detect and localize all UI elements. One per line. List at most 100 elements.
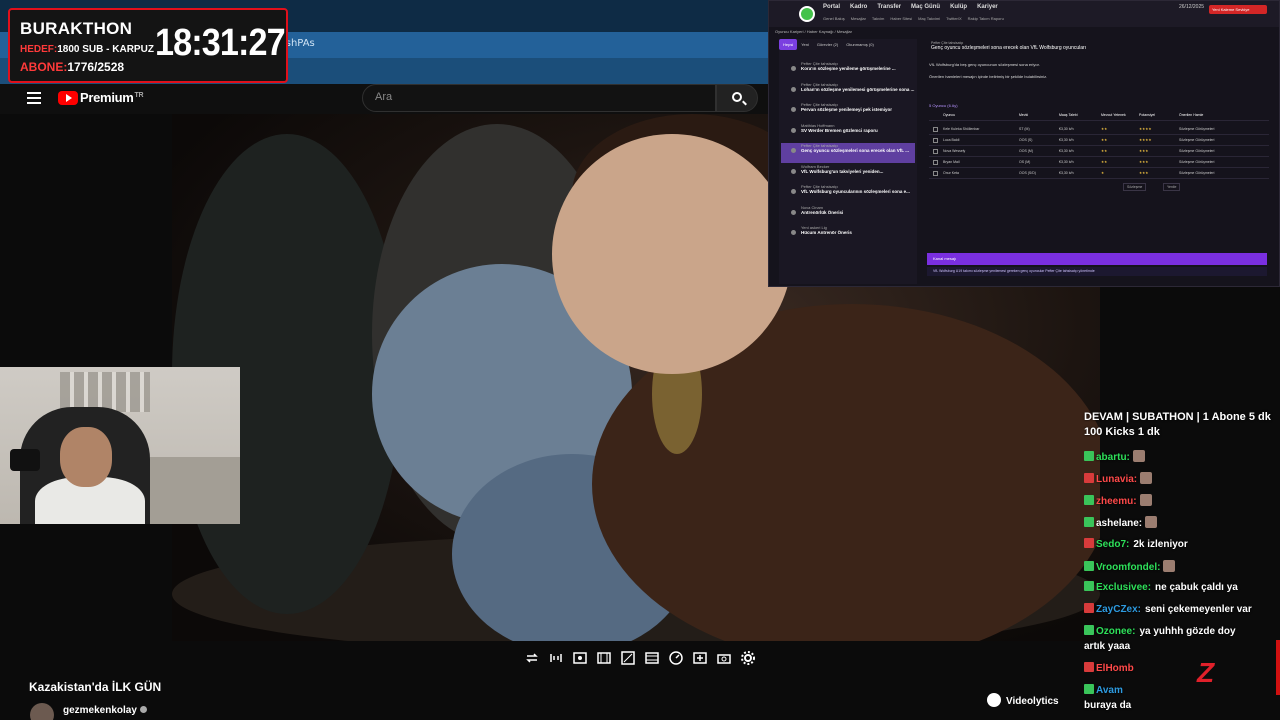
chat-message: ZayCZex: seni çekemeyenler var bbox=[1084, 603, 1252, 615]
portal-menu-item[interactable]: Kadro bbox=[850, 4, 867, 10]
table-row[interactable]: Nova Wessely OOS (M) €3,30 b/h ★★ ★★★ Sözleşm… bbox=[929, 146, 1269, 157]
portal-menu-item[interactable]: Kariyer bbox=[977, 4, 998, 10]
chat-message: abartu: bbox=[1084, 450, 1145, 463]
table-header-cell: Potansiyel bbox=[1139, 113, 1156, 117]
message-list-item[interactable]: Yeni askeri Lig Hücum Antrenör Öneris bbox=[781, 225, 915, 245]
chat-username[interactable]: Vroomfondel: bbox=[1096, 562, 1160, 573]
chat-username[interactable]: Sedo7: bbox=[1096, 539, 1129, 550]
message-icon bbox=[791, 66, 796, 71]
youtube-premium-label[interactable]: PremiumTR bbox=[80, 90, 144, 105]
message-list-item[interactable]: Pefter Çite tahsisatçı VfL Wolfsburg oyun… bbox=[781, 184, 915, 204]
chat-message: artık yaaa bbox=[1084, 641, 1130, 652]
videolytics-badge[interactable]: Videolytics bbox=[987, 693, 1059, 707]
table-row[interactable]: Luca Baldi OOS (S) €3,30 b/h ★★ ★★★★ Sözleşme… bbox=[929, 135, 1269, 146]
message-list-item[interactable]: Wolfram Becker VfL Wolfsburg'un takviyele… bbox=[781, 164, 915, 184]
portal-submenu-item[interactable]: Rakip Takım Raporu bbox=[968, 16, 1004, 21]
portal-menu-item[interactable]: Transfer bbox=[877, 4, 901, 10]
frame-capture-icon[interactable] bbox=[572, 650, 588, 666]
crop-icon[interactable] bbox=[620, 650, 636, 666]
table-row[interactable]: Bryan Mail OS (M) €3,30 b/h ★★ ★★★ Sözleşme G… bbox=[929, 157, 1269, 168]
audio-wave-icon[interactable] bbox=[548, 650, 564, 666]
table-cell: ★★★ bbox=[1139, 149, 1149, 153]
filmstrip-icon[interactable] bbox=[644, 650, 660, 666]
row-checkbox[interactable] bbox=[933, 138, 938, 143]
portal-menu-item[interactable]: Maç Günü bbox=[911, 4, 940, 10]
gear-icon[interactable] bbox=[740, 650, 756, 666]
chat-badge-icon bbox=[1084, 561, 1094, 571]
search-input[interactable]: Ara bbox=[362, 84, 716, 112]
message-title: Genç oyuncu sözleşmeleri sona erecek ola… bbox=[931, 45, 1087, 51]
search-button[interactable] bbox=[716, 84, 758, 112]
portal-date: 26/12/2025 bbox=[1179, 4, 1205, 10]
loop-icon[interactable] bbox=[524, 650, 540, 666]
message-tab[interactable]: Hepsi bbox=[779, 39, 798, 50]
youtube-header: PremiumTR Ara bbox=[0, 84, 768, 114]
portal-action-button-1[interactable]: Sözleşme bbox=[1123, 183, 1147, 191]
youtube-logo-icon[interactable] bbox=[58, 91, 78, 105]
table-row[interactable]: Kele Kuleka Shöllenbar ST (M) €3,30 b/h ★★ ★… bbox=[929, 124, 1269, 135]
chat-username[interactable]: abartu: bbox=[1096, 452, 1130, 463]
chat-message: Lunavia: bbox=[1084, 472, 1153, 485]
chat-text: seni çekemeyenler var bbox=[1145, 604, 1252, 615]
message-icon bbox=[791, 107, 796, 112]
add-frame-icon[interactable] bbox=[692, 650, 708, 666]
video-face bbox=[552, 134, 792, 374]
message-list-item[interactable]: Pefter Çite tahsisatçı Pervan sözleşme ye… bbox=[781, 102, 915, 122]
message-icon bbox=[791, 230, 796, 235]
portal-submenu-item[interactable]: Mesajlar bbox=[851, 16, 866, 21]
menu-icon[interactable] bbox=[27, 92, 41, 104]
club-logo-icon[interactable] bbox=[799, 6, 815, 22]
avatar[interactable] bbox=[30, 703, 54, 720]
chat-message: ElHomb bbox=[1084, 662, 1134, 674]
portal-submenu-item[interactable]: Genel Bakış bbox=[823, 16, 845, 21]
portal-action-button-2[interactable]: Yenile bbox=[1163, 183, 1181, 191]
message-list-item[interactable]: Pefter Çite tahsisatçı Kora'ın sözleşme y… bbox=[781, 61, 915, 81]
chat-username[interactable]: Exclusivee: bbox=[1096, 582, 1151, 593]
row-checkbox[interactable] bbox=[933, 127, 938, 132]
table-cell: Nova Wessely bbox=[943, 149, 966, 153]
message-list-item[interactable]: Pefter Çite tahsisatçı Lohan'ın sözleşme … bbox=[781, 82, 915, 102]
chat-message: zheemu: bbox=[1084, 494, 1152, 507]
message-list-item[interactable]: Matthias Hoffmann SV Werder Bremen gözlem… bbox=[781, 123, 915, 143]
portal-red-button[interactable]: Yeni Kaleme Sevkiye bbox=[1209, 5, 1267, 14]
camera-icon[interactable] bbox=[716, 650, 732, 666]
portal-menu-item[interactable]: Kulüp bbox=[950, 4, 967, 10]
chat-badge-icon bbox=[1084, 451, 1094, 461]
film-icon[interactable] bbox=[596, 650, 612, 666]
row-checkbox[interactable] bbox=[933, 149, 938, 154]
search-icon bbox=[732, 92, 742, 102]
table-header: Oyuncu Mevki Maaş Talebi Mevcut Yetenek Pota… bbox=[929, 110, 1269, 121]
message-icon bbox=[791, 189, 796, 194]
chat-username[interactable]: Ozonee: bbox=[1096, 626, 1135, 637]
message-list-item[interactable]: Pefter Çite tahsisatçı Genç oyuncu sözleş… bbox=[781, 143, 915, 163]
message-tab[interactable]: Yeni bbox=[797, 39, 813, 50]
portal-submenu-item[interactable]: Twitter/X bbox=[946, 16, 962, 21]
game-portal-overlay: Portal Kadro Transfer Maç Günü Kulüp Kariyer … bbox=[768, 0, 1280, 287]
message-list-item[interactable]: Nova Cinam Antrenörlük Önerisi bbox=[781, 205, 915, 225]
table-cell: OOS (S) bbox=[1019, 138, 1033, 142]
row-checkbox[interactable] bbox=[933, 171, 938, 176]
portal-submenu-item[interactable]: Maç Takvimi bbox=[918, 16, 940, 21]
portal-submenu-item[interactable]: Takvim bbox=[872, 16, 884, 21]
videolytics-icon bbox=[987, 693, 1001, 707]
speed-icon[interactable] bbox=[668, 650, 684, 666]
table-row[interactable]: Onur Keta OOS (S/D) €3,30 b/h ★ ★★★ Sözleşme … bbox=[929, 168, 1269, 179]
row-checkbox[interactable] bbox=[933, 160, 938, 165]
table-cell: €3,30 b/h bbox=[1059, 160, 1074, 164]
table-cell: ★★★ bbox=[1139, 160, 1149, 164]
channel-name[interactable]: gezmekenkolay bbox=[63, 705, 147, 716]
portal-menu-item[interactable]: Portal bbox=[823, 4, 840, 10]
table-cell: ★★ bbox=[1101, 149, 1108, 153]
message-tab[interactable]: Görevler (2) bbox=[813, 39, 842, 50]
chat-username[interactable]: ZayCZex: bbox=[1096, 604, 1141, 615]
chat-username[interactable]: Avam bbox=[1096, 685, 1123, 696]
chat-username[interactable]: zheemu: bbox=[1096, 496, 1137, 507]
chat-username[interactable]: ElHomb bbox=[1096, 663, 1134, 674]
chat-text: buraya da bbox=[1084, 700, 1132, 711]
message-footer: VfL Wolfsburg U19 takımı sözleşme yenile… bbox=[927, 267, 1267, 276]
chat-username[interactable]: Lunavia: bbox=[1096, 474, 1137, 485]
chat-username[interactable]: ashelane: bbox=[1096, 518, 1142, 529]
chat-text: ne çabuk çaldı ya bbox=[1155, 582, 1238, 593]
portal-submenu-item[interactable]: Haber Sitesi bbox=[890, 16, 912, 21]
message-tab[interactable]: Okunmamış (0) bbox=[842, 39, 878, 50]
